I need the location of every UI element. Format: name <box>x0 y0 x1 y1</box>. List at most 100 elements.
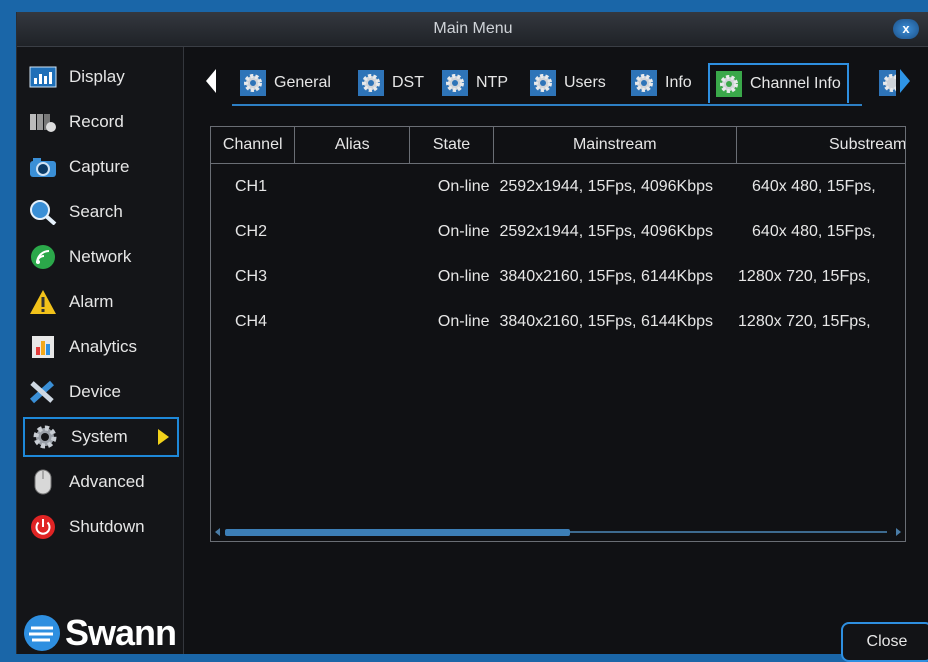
sidebar-item-label: Device <box>69 382 121 401</box>
tab-label: Channel Info <box>750 75 841 92</box>
tab-label: General <box>274 74 331 91</box>
sidebar-item-label: Alarm <box>69 292 114 311</box>
table-row[interactable]: CH4 On-line 3840x2160, 15Fps, 6144Kbps 1… <box>211 299 905 344</box>
gear-icon <box>714 70 744 98</box>
search-icon <box>28 199 58 225</box>
title-bar: Main Menu x <box>17 12 928 47</box>
camera-icon <box>28 154 58 180</box>
sidebar-item-system[interactable]: System <box>23 417 179 457</box>
column-header-state: State <box>409 127 494 164</box>
sidebar-item-label: Shutdown <box>69 517 145 536</box>
tab-scroll-right-icon[interactable] <box>900 69 910 93</box>
tab-bar: General DST NTP Users Info Channel Info <box>184 55 928 106</box>
cell-mainstream: 3840x2160, 15Fps, 6144Kbps <box>499 267 714 285</box>
cell-state: On-line <box>437 312 490 330</box>
alarm-icon <box>28 289 58 315</box>
tab-channel-info[interactable]: Channel Info <box>708 63 849 103</box>
tab-label: NTP <box>476 74 508 91</box>
cell-channel: CH4 <box>235 312 268 330</box>
active-arrow-icon <box>158 429 169 445</box>
sidebar-item-shutdown[interactable]: Shutdown <box>23 507 179 547</box>
cell-channel: CH1 <box>235 177 268 195</box>
cell-substream: 1280x 720, 15Fps, <box>738 267 871 285</box>
sidebar-item-label: Capture <box>69 157 130 176</box>
horizontal-scrollbar[interactable] <box>211 523 905 541</box>
gear-icon <box>878 69 896 97</box>
sidebar-item-label: Network <box>69 247 132 266</box>
sidebar-item-advanced[interactable]: Advanced <box>23 462 179 502</box>
table-row[interactable]: CH1 On-line 2592x1944, 15Fps, 4096Kbps 6… <box>211 164 905 210</box>
column-header-alias: Alias <box>294 127 411 164</box>
gear-icon <box>238 69 268 97</box>
channel-info-table: Channel Alias State Mainstream Substream… <box>210 126 906 542</box>
scroll-right-icon[interactable] <box>896 528 901 536</box>
device-icon <box>28 379 58 405</box>
logo-text: Swann <box>65 612 177 653</box>
cell-mainstream: 3840x2160, 15Fps, 6144Kbps <box>499 312 714 330</box>
sidebar-item-search[interactable]: Search <box>23 192 179 232</box>
close-button[interactable]: Close <box>841 622 928 662</box>
tab-next-partial[interactable] <box>878 67 896 99</box>
sidebar-item-alarm[interactable]: Alarm <box>23 282 179 322</box>
gear-icon <box>528 69 558 97</box>
sidebar-item-device[interactable]: Device <box>23 372 179 412</box>
sidebar-item-label: Display <box>69 67 125 86</box>
cell-alias <box>295 209 410 254</box>
cell-channel: CH3 <box>235 267 268 285</box>
mouse-icon <box>28 469 58 495</box>
table-row[interactable]: CH2 On-line 2592x1944, 15Fps, 4096Kbps 6… <box>211 209 905 254</box>
main-menu-window: Main Menu x Display Record Capture Searc… <box>16 12 928 662</box>
sidebar: Display Record Capture Search Network Al… <box>17 47 184 654</box>
network-icon <box>28 244 58 270</box>
gear-icon <box>440 69 470 97</box>
gear-icon <box>356 69 386 97</box>
tab-info[interactable]: Info <box>629 67 692 99</box>
sidebar-item-analytics[interactable]: Analytics <box>23 327 179 367</box>
tab-label: Users <box>564 74 606 91</box>
tab-label: Info <box>665 74 692 91</box>
tab-dst[interactable]: DST <box>356 67 424 99</box>
tab-users[interactable]: Users <box>528 67 606 99</box>
power-icon <box>28 514 58 540</box>
sidebar-item-label: Search <box>69 202 123 221</box>
swann-logo-icon <box>24 615 60 651</box>
gear-icon <box>629 69 659 97</box>
sidebar-item-label: System <box>71 427 128 446</box>
tab-label: DST <box>392 74 424 91</box>
cell-substream: 640x 480, 15Fps, <box>752 222 876 240</box>
table-row[interactable]: CH3 On-line 3840x2160, 15Fps, 6144Kbps 1… <box>211 254 905 299</box>
cell-alias <box>295 164 410 210</box>
cell-substream: 1280x 720, 15Fps, <box>738 312 871 330</box>
sidebar-item-record[interactable]: Record <box>23 102 179 142</box>
sidebar-item-capture[interactable]: Capture <box>23 147 179 187</box>
tab-underline <box>232 104 862 106</box>
cell-mainstream: 2592x1944, 15Fps, 4096Kbps <box>499 222 714 240</box>
column-header-channel: Channel <box>211 127 296 164</box>
cell-substream: 640x 480, 15Fps, <box>752 177 876 195</box>
tab-ntp[interactable]: NTP <box>440 67 508 99</box>
analytics-icon <box>28 334 58 360</box>
cell-channel: CH2 <box>235 222 268 240</box>
sidebar-item-display[interactable]: Display <box>23 57 179 97</box>
cell-mainstream: 2592x1944, 15Fps, 4096Kbps <box>499 177 714 195</box>
scroll-left-icon[interactable] <box>215 528 220 536</box>
tab-scroll-left-icon[interactable] <box>206 69 216 93</box>
display-icon <box>28 64 58 90</box>
cell-state: On-line <box>437 222 490 240</box>
scrollbar-thumb[interactable] <box>225 529 570 536</box>
sidebar-item-label: Analytics <box>69 337 138 356</box>
gear-icon <box>30 424 60 450</box>
table-header-row: Channel Alias State Mainstream Substream <box>211 127 905 164</box>
cell-alias <box>295 254 410 299</box>
cell-state: On-line <box>437 177 490 195</box>
swann-logo: Swann <box>23 612 177 654</box>
cell-state: On-line <box>437 267 490 285</box>
column-header-mainstream: Mainstream <box>493 127 737 164</box>
main-content: General DST NTP Users Info Channel Info <box>184 47 928 662</box>
sidebar-item-network[interactable]: Network <box>23 237 179 277</box>
close-icon[interactable]: x <box>893 19 919 39</box>
tab-general[interactable]: General <box>238 67 331 99</box>
column-header-substream: Substream <box>736 127 905 164</box>
cell-alias <box>295 299 410 344</box>
window-title: Main Menu <box>433 20 513 37</box>
